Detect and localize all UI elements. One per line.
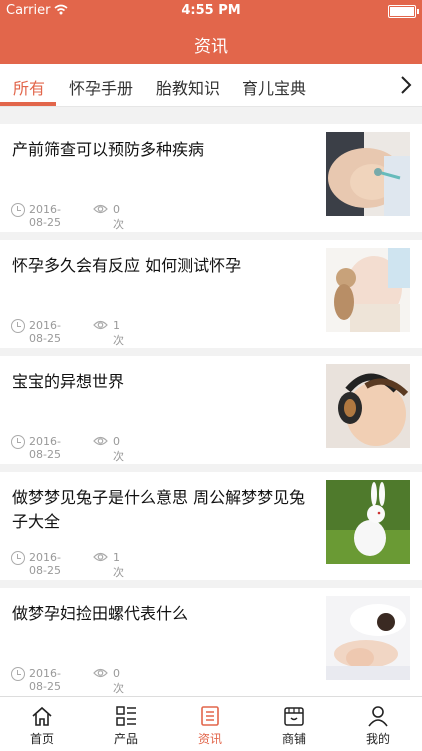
tabbar-label: 首页 <box>29 732 54 746</box>
article-views: 0次 <box>113 435 124 463</box>
article-thumbnail <box>326 596 410 680</box>
tabbar-label: 商铺 <box>281 732 306 746</box>
article-thumbnail <box>326 480 410 564</box>
tabbar-item-shop[interactable]: 商铺 <box>252 697 336 751</box>
tabbar-item-home[interactable]: 首页 <box>0 697 84 751</box>
status-bar: Carrier 4:55 PM <box>0 0 422 22</box>
tab-all[interactable]: 所有 <box>13 75 45 99</box>
clock-icon <box>11 319 25 333</box>
tab-prenatal-education[interactable]: 胎教知识 <box>156 75 220 99</box>
article-thumbnail <box>326 132 410 216</box>
article-views: 0次 <box>113 203 124 231</box>
user-icon <box>368 706 388 727</box>
eye-icon <box>93 436 108 446</box>
tabbar-label: 我的 <box>365 732 390 746</box>
article-thumbnail <box>326 248 410 332</box>
article-date: 2016-08-25 <box>29 319 61 345</box>
article-views: 1次 <box>113 551 124 579</box>
nav-bar: 资讯 <box>0 22 422 64</box>
tab-parenting[interactable]: 育儿宝典 <box>242 75 306 99</box>
article-title: 怀孕多久会有反应 如何测试怀孕 <box>12 256 242 275</box>
article-title: 做梦梦见兔子是什么意思 周公解梦梦见兔子大全 <box>12 488 306 531</box>
article-card[interactable]: 做梦孕妇捡田螺代表什么 2016-08-25 0次 <box>0 588 422 696</box>
article-title: 做梦孕妇捡田螺代表什么 <box>12 604 189 623</box>
article-card[interactable]: 做梦梦见兔子是什么意思 周公解梦梦见兔子大全 2016-08-25 1次 <box>0 472 422 580</box>
category-tabs: 所有 怀孕手册 胎教知识 育儿宝典 <box>0 64 422 107</box>
eye-icon <box>93 668 108 678</box>
tab-pregnancy-handbook[interactable]: 怀孕手册 <box>69 75 133 99</box>
clock-icon <box>11 551 25 565</box>
eye-icon <box>93 552 108 562</box>
clock-icon <box>11 667 25 681</box>
chevron-right-icon[interactable] <box>398 74 414 96</box>
page-title: 资讯 <box>194 37 228 57</box>
clock-icon <box>11 435 25 449</box>
tabbar-item-products[interactable]: 产品 <box>84 697 168 751</box>
eye-icon <box>93 320 108 330</box>
eye-icon <box>93 204 108 214</box>
news-icon <box>201 706 219 726</box>
article-title: 产前筛查可以预防多种疾病 <box>12 140 205 159</box>
tabbar-item-me[interactable]: 我的 <box>336 697 420 751</box>
article-date: 2016-08-25 <box>29 435 61 461</box>
tabbar-label: 产品 <box>113 732 138 746</box>
active-tab-indicator <box>0 102 56 106</box>
clock-icon <box>11 203 25 217</box>
status-time: 4:55 PM <box>181 3 241 18</box>
shop-icon <box>284 707 304 726</box>
article-date: 2016-08-25 <box>29 551 61 577</box>
article-card[interactable]: 怀孕多久会有反应 如何测试怀孕 2016-08-25 1次 <box>0 240 422 348</box>
bottom-tab-bar: 首页 产品 资讯 商铺 我的 <box>0 696 422 751</box>
battery-icon <box>388 5 419 18</box>
article-card[interactable]: 产前筛查可以预防多种疾病 2016-08-25 0次 <box>0 124 422 232</box>
tabbar-item-news[interactable]: 资讯 <box>168 697 252 751</box>
article-date: 2016-08-25 <box>29 667 61 693</box>
article-views: 0次 <box>113 667 124 695</box>
product-list-icon <box>116 706 136 726</box>
tabbar-label: 资讯 <box>197 732 222 746</box>
article-title: 宝宝的异想世界 <box>12 372 125 391</box>
article-thumbnail <box>326 364 410 448</box>
home-icon <box>32 706 52 726</box>
article-views: 1次 <box>113 319 124 347</box>
article-card[interactable]: 宝宝的异想世界 2016-08-25 0次 <box>0 356 422 464</box>
article-date: 2016-08-25 <box>29 203 61 229</box>
